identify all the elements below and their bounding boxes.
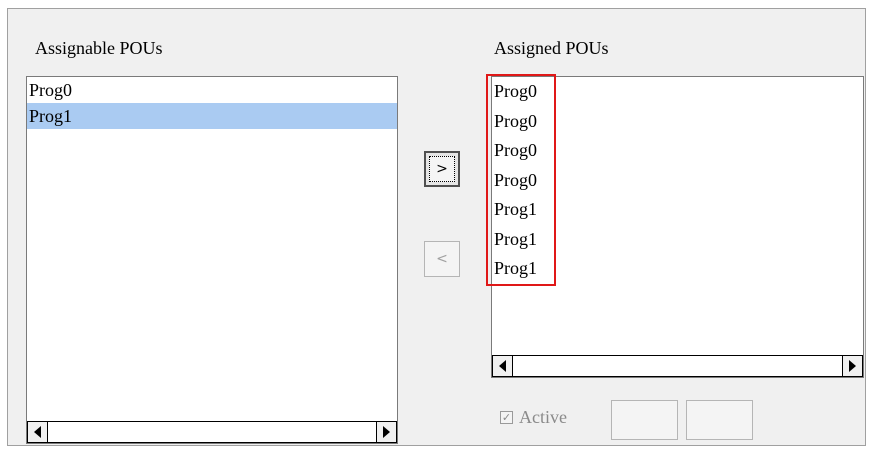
assigned-items-highlight	[486, 74, 556, 286]
priority-field[interactable]	[611, 400, 678, 440]
interval-field[interactable]	[686, 400, 753, 440]
arrow-right-icon	[849, 360, 856, 372]
assignable-pous-label: Assignable POUs	[35, 38, 163, 58]
list-item[interactable]: Prog0	[27, 77, 397, 103]
scroll-right-button[interactable]	[842, 356, 862, 376]
scroll-left-button[interactable]	[493, 356, 513, 376]
assigned-pous-label: Assigned POUs	[494, 38, 609, 58]
scroll-right-button[interactable]	[376, 422, 396, 442]
assignable-horizontal-scrollbar[interactable]	[27, 421, 397, 443]
remove-pou-button[interactable]: <	[424, 241, 460, 277]
assignable-pous-list[interactable]: Prog0 Prog1	[26, 76, 398, 444]
active-checkbox[interactable]: ✓	[500, 411, 513, 424]
assigned-horizontal-scrollbar[interactable]	[492, 355, 863, 377]
arrow-left-icon	[499, 360, 506, 372]
active-checkbox-row[interactable]: ✓ Active	[500, 407, 567, 428]
scroll-left-button[interactable]	[28, 422, 48, 442]
arrow-right-icon	[383, 426, 390, 438]
active-checkbox-label: Active	[519, 407, 567, 427]
arrow-left-icon	[34, 426, 41, 438]
add-pou-button[interactable]: >	[424, 151, 460, 187]
add-pou-button-label: >	[429, 156, 455, 182]
list-item[interactable]: Prog1	[27, 103, 397, 129]
